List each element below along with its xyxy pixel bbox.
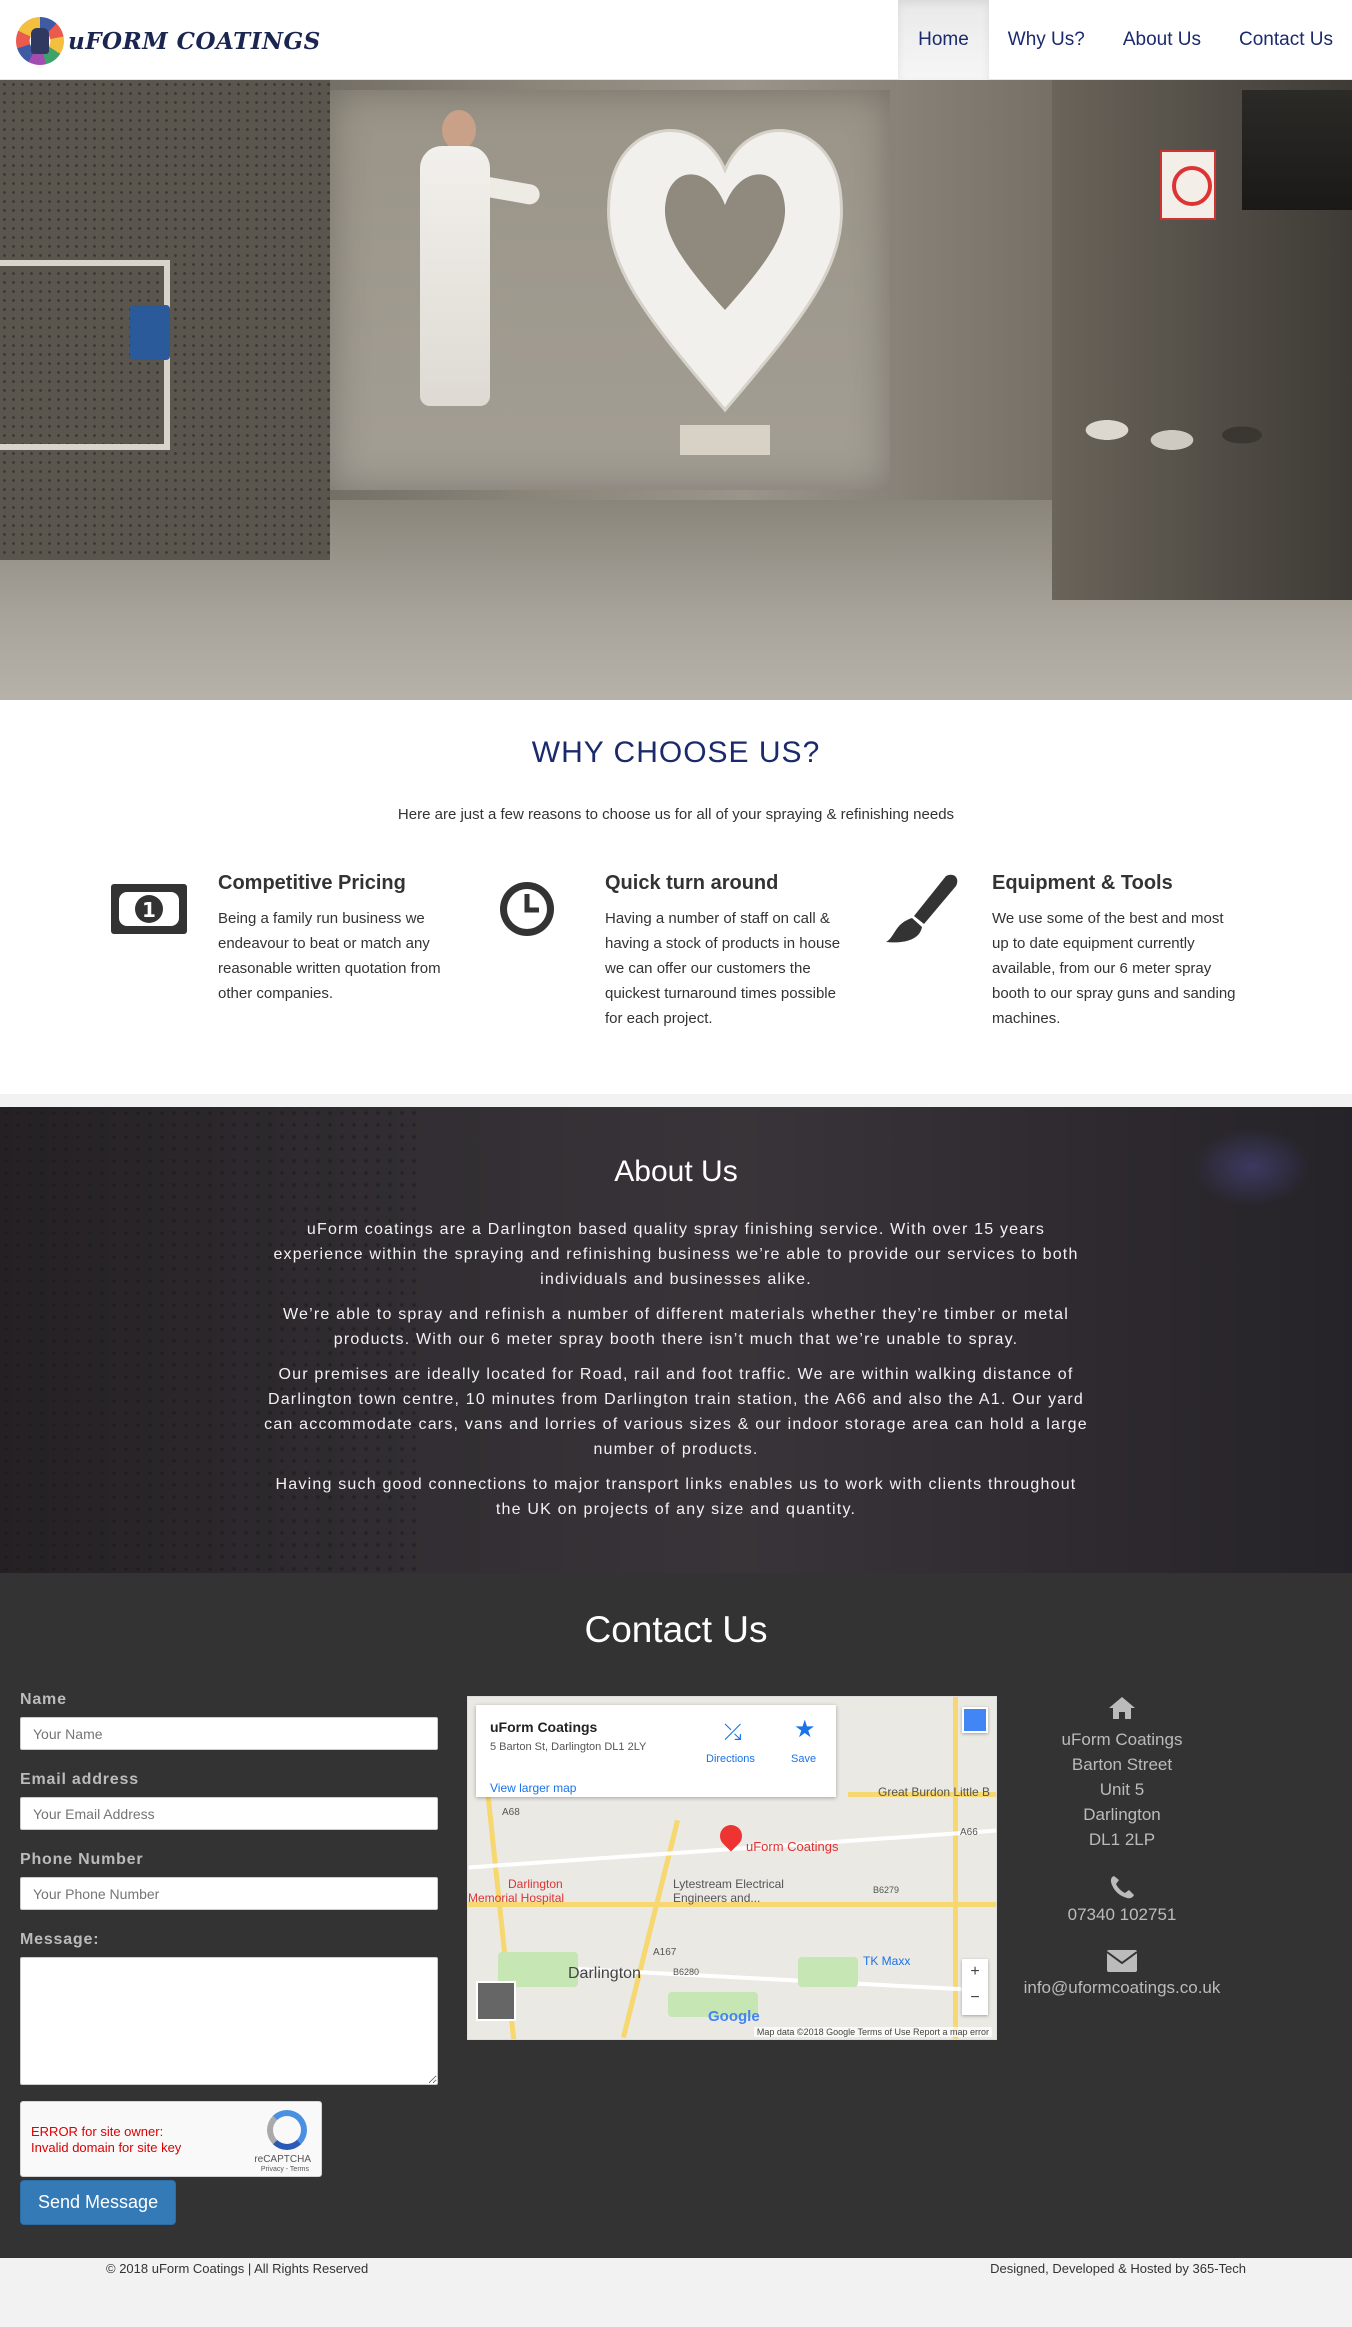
feature-title: Equipment & Tools [992,872,1173,894]
view-larger-map-link[interactable]: View larger map [490,1781,576,1795]
about-paragraph: uForm coatings are a Darlington based qu… [273,1221,1079,1288]
name-input[interactable] [20,1717,438,1750]
spray-painter-logo-icon [16,17,64,65]
about-us-section: About Us uForm coatings are a Darlington… [0,1107,1352,1573]
money-icon: 1 [111,884,187,934]
navbar: uFORM COATINGS Home Why Us? About Us Con… [0,0,1352,80]
envelope-icon [1106,1950,1138,1972]
footer-credit: Designed, Developed & Hosted by 365-Tech [990,2261,1246,2276]
name-label: Name [20,1691,67,1708]
address-line: uForm Coatings [1061,1730,1183,1749]
map-zoom-controls: + − [962,1959,988,2015]
about-paragraph: Our premises are ideally located for Roa… [264,1366,1088,1458]
map-label: Darlington [508,1877,563,1891]
map-label: A167 [653,1947,677,1958]
why-title: WHY CHOOSE US? [531,736,821,769]
nav-contact-us[interactable]: Contact Us [1220,0,1352,80]
map-directions-link[interactable]: Directions [706,1753,755,1765]
recaptcha-error: ERROR for site owner: Invalid domain for… [31,2124,182,2155]
map-label: Memorial Hospital [468,1891,565,1905]
star-icon[interactable]: ★ [794,1715,816,1744]
map-label: Great Burdon Little B [878,1785,991,1799]
message-textarea[interactable] [20,1957,438,2085]
paintbrush-icon [886,874,958,943]
footer-copyright: © 2018 uForm Coatings | All Rights Reser… [106,2261,369,2276]
why-subtitle: Here are just a few reasons to choose us… [397,806,955,823]
map-label: TK Maxx [863,1954,911,1968]
address-line: Unit 5 [1099,1780,1145,1799]
map-info-card: uForm Coatings 5 Barton St, Darlington D… [476,1705,836,1797]
email-address[interactable]: info@uformcoatings.co.uk [1022,1975,1222,2000]
send-message-button[interactable]: Send Message [20,2180,177,2225]
hero-image [0,80,1352,700]
directions-icon[interactable]: ⤰ [724,1719,742,1745]
nav-about-us[interactable]: About Us [1104,0,1220,80]
about-paragraph: Having such good connections to major tr… [275,1476,1077,1518]
no-smoking-sign [1160,150,1216,220]
why-choose-us-section: WHY CHOOSE US? Here are just a few reaso… [0,700,1352,1100]
feature-title: Competitive Pricing [218,872,406,894]
phone-icon [1110,1876,1134,1899]
google-map[interactable]: uForm Coatings 5 Barton St, Darlington D… [467,1696,997,2040]
phone-label: Phone Number [20,1851,144,1868]
contact-section: Contact Us Name Email address Phone Numb… [0,1573,1352,2258]
heart-sculpture [607,129,843,413]
home-icon [1109,1697,1135,1719]
map-label: Engineers and... [673,1891,761,1905]
email-label: Email address [20,1771,139,1788]
map-place-name: uForm Coatings [490,1719,598,1735]
zoom-in-button[interactable]: + [962,1959,988,1985]
paint-cans [1082,410,1282,520]
contact-info: uForm Coatings Barton Street Unit 5 Darl… [1022,1695,1222,2000]
recaptcha-widget[interactable]: ERROR for site owner: Invalid domain for… [20,2101,322,2177]
contact-title: Contact Us [584,1609,768,1650]
recaptcha-logo-icon [267,2110,307,2150]
phone-number[interactable]: 07340 102751 [1022,1902,1222,1927]
map-attribution[interactable]: Map data ©2018 Google Terms of Use Repor… [753,2027,992,2037]
map-label: Darlington [568,1965,641,1982]
map-label: Lytestream Electrical [673,1877,784,1891]
about-text: uForm coatings are a Darlington based qu… [262,1217,1090,1532]
google-logo: Google [708,2008,760,2025]
feature-text: Having a number of staff on call & havin… [605,910,841,1027]
message-label: Message: [20,1931,100,1948]
contact-form: Name Email address Phone Number Message:… [20,1691,438,2225]
map-label: B6280 [673,1967,700,1977]
map-label: B6279 [873,1885,900,1895]
email-input[interactable] [20,1797,438,1830]
address-line: DL1 2LP [1088,1830,1156,1849]
spray-worker [410,110,542,450]
satellite-thumbnail[interactable] [476,1981,516,2021]
feature-title: Quick turn around [605,872,779,894]
street-view-person-icon[interactable] [962,1707,988,1733]
map-label: A66 [960,1827,978,1838]
brand-name: uFORM COATINGS [68,27,321,55]
address: uForm Coatings Barton Street Unit 5 Darl… [1022,1727,1222,1852]
main-nav: Home Why Us? About Us Contact Us [898,0,1352,80]
footer: © 2018 uForm Coatings | All Rights Reser… [0,2258,1352,2280]
map-save-link[interactable]: Save [791,1753,816,1765]
address-line: Barton Street [1071,1755,1173,1774]
recaptcha-terms[interactable]: Privacy - Terms [261,2166,309,2173]
address-line: Darlington [1083,1805,1161,1824]
brand-logo[interactable]: uFORM COATINGS [16,16,321,66]
map-label: A68 [502,1807,520,1818]
svg-text:1: 1 [142,898,156,922]
map-place-address: 5 Barton St, Darlington DL1 2LY [490,1741,647,1753]
map-pin-label: uForm Coatings [746,1839,839,1854]
nav-home[interactable]: Home [898,0,989,80]
zoom-out-button[interactable]: − [962,1985,988,2011]
about-paragraph: We’re able to spray and refinish a numbe… [282,1306,1070,1348]
feature-text: We use some of the best and most up to d… [992,910,1236,1027]
clock-icon [500,882,554,936]
phone-input[interactable] [20,1877,438,1910]
recaptcha-label: reCAPTCHA [254,2154,311,2165]
feature-text: Being a family run business we endeavour… [218,910,441,1002]
nav-why-us[interactable]: Why Us? [989,0,1104,80]
about-title: About Us [614,1155,738,1188]
